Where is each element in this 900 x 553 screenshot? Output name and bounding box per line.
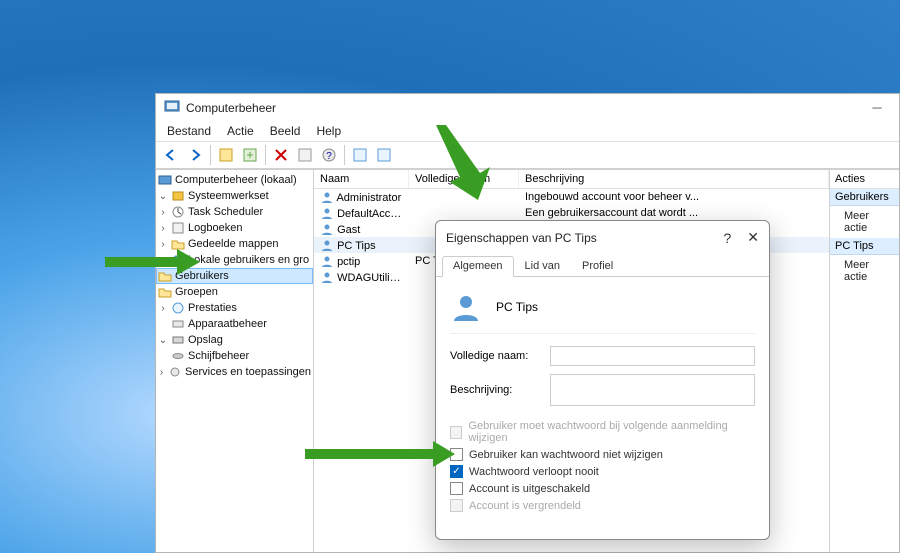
col-description[interactable]: Beschrijving: [519, 170, 829, 188]
tree-shared-folders[interactable]: › Gedeelde mappen: [156, 236, 313, 252]
properties-button[interactable]: [215, 144, 237, 166]
dialog-titlebar: Eigenschappen van PC Tips ? ✕: [436, 221, 769, 254]
check-must-change: Gebruiker moet wachtwoord bij volgende a…: [450, 418, 755, 446]
actions-group-pctips: PC Tips: [830, 238, 899, 255]
action-button-2[interactable]: [373, 144, 395, 166]
dialog-tabs: Algemeen Lid van Profiel: [436, 256, 769, 277]
menu-help[interactable]: Help: [309, 122, 348, 140]
performance-icon: [171, 301, 185, 315]
back-button[interactable]: [160, 144, 182, 166]
app-icon: [164, 98, 180, 117]
fullname-field[interactable]: [550, 346, 755, 366]
actions-group-gebruikers: Gebruikers: [830, 189, 899, 206]
tree-root[interactable]: Computerbeheer (lokaal): [156, 172, 313, 188]
tree-users[interactable]: Gebruikers: [156, 268, 313, 284]
menu-view[interactable]: Beeld: [263, 122, 308, 140]
label-fullname: Volledige naam:: [450, 350, 550, 362]
window-title: Computerbeheer: [186, 101, 276, 115]
device-icon: [171, 317, 185, 331]
checkbox-icon: [450, 482, 463, 495]
refresh-button[interactable]: [239, 144, 261, 166]
menu-file[interactable]: Bestand: [160, 122, 218, 140]
action-button-1[interactable]: [349, 144, 371, 166]
user-icon: [450, 291, 482, 323]
checkbox-icon: [450, 499, 463, 512]
chevron-right-icon: ›: [158, 239, 168, 250]
tree-event-viewer[interactable]: › Logboeken: [156, 220, 313, 236]
folder-icon: [171, 237, 185, 251]
toolbar: ?: [156, 142, 899, 169]
actions-pane: Acties Gebruikers Meer actie PC Tips Mee…: [829, 170, 899, 552]
clock-icon: [171, 205, 185, 219]
disk-icon: [171, 349, 185, 363]
checkbox-icon: [450, 426, 462, 439]
minimize-button[interactable]: ─: [863, 99, 891, 117]
properties-dialog: Eigenschappen van PC Tips ? ✕ Algemeen L…: [435, 220, 770, 540]
tools-icon: [171, 189, 185, 203]
col-fullname[interactable]: Volledige naam: [409, 170, 519, 188]
menubar: Bestand Actie Beeld Help: [156, 121, 899, 142]
tree-local-users-groups[interactable]: ⌄ Lokale gebruikers en gro: [156, 252, 313, 268]
chevron-down-icon: ⌄: [158, 335, 168, 346]
checkbox-checked-icon: ✓: [450, 465, 463, 478]
users-icon: [171, 253, 185, 267]
console-icon: [158, 173, 172, 187]
actions-more-2[interactable]: Meer actie: [830, 255, 899, 287]
tab-profile[interactable]: Profiel: [571, 256, 624, 276]
chevron-down-icon: ⌄: [158, 255, 168, 266]
check-account-locked: Account is vergrendeld: [450, 497, 755, 514]
col-name[interactable]: Naam: [314, 170, 409, 188]
chevron-right-icon: ›: [158, 303, 168, 314]
tree-task-scheduler[interactable]: › Task Scheduler: [156, 204, 313, 220]
list-item[interactable]: Administrator Ingebouwd account voor beh…: [314, 189, 829, 205]
tab-general[interactable]: Algemeen: [442, 256, 514, 277]
svg-text:?: ?: [326, 151, 332, 162]
tree-device-manager[interactable]: › Apparaatbeheer: [156, 316, 313, 332]
delete-button[interactable]: [270, 144, 292, 166]
forward-button[interactable]: [184, 144, 206, 166]
folder-icon: [158, 269, 172, 283]
label-description: Beschrijving:: [450, 384, 550, 396]
menu-action[interactable]: Actie: [220, 122, 261, 140]
tree-groups[interactable]: Groepen: [156, 284, 313, 300]
tree-disk-mgmt[interactable]: › Schijfbeheer: [156, 348, 313, 364]
dialog-title: Eigenschappen van PC Tips: [446, 231, 597, 245]
chevron-down-icon: ⌄: [158, 191, 168, 202]
tree-system-tools[interactable]: ⌄ Systeemwerkset: [156, 188, 313, 204]
gear-icon: [168, 365, 182, 379]
actions-more-1[interactable]: Meer actie: [830, 206, 899, 238]
chevron-right-icon: ›: [158, 367, 165, 378]
help-button[interactable]: ?: [723, 230, 731, 246]
log-icon: [171, 221, 185, 235]
export-button[interactable]: [294, 144, 316, 166]
checkbox-icon: [450, 448, 463, 461]
chevron-right-icon: ›: [158, 223, 168, 234]
check-account-disabled[interactable]: Account is uitgeschakeld: [450, 480, 755, 497]
check-never-expire[interactable]: ✓ Wachtwoord verloopt nooit: [450, 463, 755, 480]
list-item[interactable]: DefaultAcco... Een gebruikersaccount dat…: [314, 205, 829, 221]
storage-icon: [171, 333, 185, 347]
close-button[interactable]: ✕: [747, 229, 759, 246]
actions-header: Acties: [830, 170, 899, 189]
tree-performance[interactable]: › Prestaties: [156, 300, 313, 316]
folder-icon: [158, 285, 172, 299]
tree-services-apps[interactable]: › Services en toepassingen: [156, 364, 313, 380]
check-cannot-change[interactable]: Gebruiker kan wachtwoord niet wijzigen: [450, 446, 755, 463]
tree-storage[interactable]: ⌄ Opslag: [156, 332, 313, 348]
tab-memberof[interactable]: Lid van: [514, 256, 571, 276]
window-titlebar: Computerbeheer ─: [156, 94, 899, 121]
chevron-right-icon: ›: [158, 207, 168, 218]
dialog-username: PC Tips: [496, 300, 538, 314]
navigation-tree: Computerbeheer (lokaal) ⌄ Systeemwerkset…: [156, 170, 314, 552]
help-button[interactable]: ?: [318, 144, 340, 166]
description-field[interactable]: [550, 374, 755, 406]
list-header: Naam Volledige naam Beschrijving: [314, 170, 829, 189]
